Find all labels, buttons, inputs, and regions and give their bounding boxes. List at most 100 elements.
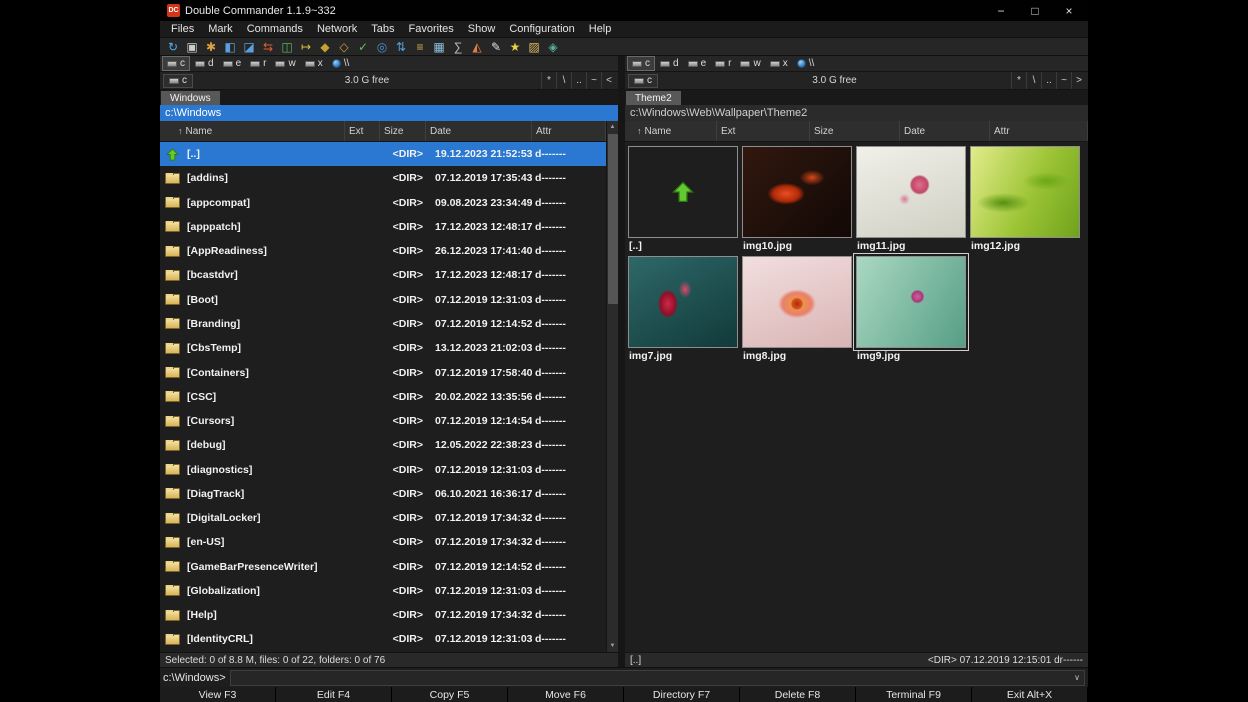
minimize-button[interactable]: − <box>984 0 1018 21</box>
tab-theme2[interactable]: Theme2 <box>626 91 681 105</box>
left-drive-combo[interactable]: c <box>163 74 193 88</box>
menu-item-files[interactable]: Files <box>164 23 201 35</box>
test-archive-icon[interactable]: ✓ <box>355 39 371 55</box>
file-row[interactable]: [CSC]<DIR>20.02.2022 13:35:56d------- <box>160 385 606 409</box>
left-column-header-date[interactable]: Date <box>426 121 532 141</box>
file-row[interactable]: [IdentityCRL]<DIR>07.12.2019 12:31:03d--… <box>160 627 606 651</box>
terminal-f9-button[interactable]: Terminal F9 <box>856 687 972 702</box>
refresh-icon[interactable]: ↻ <box>165 39 181 55</box>
file-row[interactable]: [appcompat]<DIR>09.08.2023 23:34:49d----… <box>160 191 606 215</box>
horizontal-panels-icon[interactable]: ◪ <box>241 39 257 55</box>
file-row[interactable]: [DiagTrack]<DIR>06.10.2021 16:36:17d----… <box>160 482 606 506</box>
left-drive-e[interactable]: e <box>219 56 246 71</box>
right-drive-d[interactable]: d <box>656 56 683 71</box>
view-f3-button[interactable]: View F3 <box>160 687 276 702</box>
thumbnail-img7-jpg[interactable]: img7.jpg <box>627 255 741 365</box>
file-row[interactable]: [addins]<DIR>07.12.2019 17:35:43d------- <box>160 166 606 190</box>
file-row[interactable]: [DigitalLocker]<DIR>07.12.2019 17:34:32d… <box>160 506 606 530</box>
right-column-header-date[interactable]: Date <box>900 121 990 141</box>
scroll-up-icon[interactable]: ▲ <box>607 121 618 133</box>
left-drive-x[interactable]: x <box>301 56 327 71</box>
scrollbar-thumb[interactable] <box>608 134 618 304</box>
left-root-button[interactable]: \ <box>556 72 571 89</box>
file-row[interactable]: [Branding]<DIR>07.12.2019 12:14:52d-----… <box>160 312 606 336</box>
right-path-bar[interactable]: c:\Windows\Web\Wallpaper\Theme2 <box>625 105 1088 121</box>
file-row[interactable]: [GameBarPresenceWriter]<DIR>07.12.2019 1… <box>160 555 606 579</box>
left-drive-c[interactable]: c <box>162 56 190 71</box>
search-icon[interactable]: ◎ <box>374 39 390 55</box>
right-star-button[interactable]: * <box>1011 72 1026 89</box>
right-drive-e[interactable]: e <box>684 56 711 71</box>
scroll-down-icon[interactable]: ▼ <box>607 640 618 652</box>
left-column-header-name[interactable]: ↑Name <box>160 121 345 141</box>
thumbnail-img12-jpg[interactable]: img12.jpg <box>969 145 1083 255</box>
chevron-down-icon[interactable]: ∨ <box>1070 673 1084 682</box>
delete-f8-button[interactable]: Delete F8 <box>740 687 856 702</box>
menu-item-configuration[interactable]: Configuration <box>502 23 581 35</box>
file-row[interactable]: [..]<DIR>19.12.2023 21:52:53d------- <box>160 142 606 166</box>
left-column-header-attr[interactable]: Attr <box>532 121 606 141</box>
multi-rename-icon[interactable]: ≡ <box>412 39 428 55</box>
right-drive-w[interactable]: w <box>736 56 764 71</box>
right-parent-dir-button[interactable]: .. <box>1041 72 1056 89</box>
exit-alt-x-button[interactable]: Exit Alt+X <box>972 687 1088 702</box>
right-drive-r[interactable]: r <box>711 56 735 71</box>
right-drive-network[interactable]: \\ <box>793 56 819 71</box>
checksum-icon[interactable]: ∑ <box>450 39 466 55</box>
copy-icon[interactable]: ◫ <box>279 39 295 55</box>
right-column-header-size[interactable]: Size <box>810 121 900 141</box>
left-drive-network[interactable]: \\ <box>328 56 354 71</box>
menu-item-tabs[interactable]: Tabs <box>364 23 401 35</box>
file-row[interactable]: [Globalization]<DIR>07.12.2019 12:31:03d… <box>160 579 606 603</box>
menu-item-show[interactable]: Show <box>461 23 503 35</box>
left-drive-d[interactable]: d <box>191 56 218 71</box>
left-column-header-ext[interactable]: Ext <box>345 121 380 141</box>
menu-item-commands[interactable]: Commands <box>240 23 310 35</box>
thumbnail-item[interactable]: [..] <box>627 145 741 255</box>
file-row[interactable]: [bcastdvr]<DIR>17.12.2023 12:48:17d-----… <box>160 263 606 287</box>
thumbnail-img8-jpg[interactable]: img8.jpg <box>741 255 855 365</box>
right-history-forward-button[interactable]: > <box>1071 72 1086 89</box>
unpack-icon[interactable]: ◇ <box>336 39 352 55</box>
left-drive-w[interactable]: w <box>271 56 299 71</box>
left-parent-dir-button[interactable]: .. <box>571 72 586 89</box>
menu-item-favorites[interactable]: Favorites <box>402 23 461 35</box>
right-drive-x[interactable]: x <box>766 56 792 71</box>
menu-item-mark[interactable]: Mark <box>201 23 239 35</box>
compare-icon[interactable]: ◭ <box>469 39 485 55</box>
left-home-button[interactable]: ~ <box>586 72 601 89</box>
file-row[interactable]: [Containers]<DIR>07.12.2019 17:58:40d---… <box>160 360 606 384</box>
directory-f7-button[interactable]: Directory F7 <box>624 687 740 702</box>
sync-dirs-icon[interactable]: ⇅ <box>393 39 409 55</box>
pane-splitter[interactable] <box>618 56 625 667</box>
options-icon[interactable]: ✱ <box>203 39 219 55</box>
file-row[interactable]: [Help]<DIR>07.12.2019 17:34:32d------- <box>160 603 606 627</box>
move-f6-button[interactable]: Move F6 <box>508 687 624 702</box>
close-button[interactable]: × <box>1052 0 1086 21</box>
file-row[interactable]: [Cursors]<DIR>07.12.2019 12:14:54d------… <box>160 409 606 433</box>
edit-icon[interactable]: ✎ <box>488 39 504 55</box>
terminal-icon[interactable]: ▣ <box>184 39 200 55</box>
left-history-back-button[interactable]: < <box>601 72 616 89</box>
file-row[interactable]: [AppReadiness]<DIR>26.12.2023 17:41:40d-… <box>160 239 606 263</box>
thumbnail-img11-jpg[interactable]: img11.jpg <box>855 145 969 255</box>
swap-panels-icon[interactable]: ⇆ <box>260 39 276 55</box>
left-star-button[interactable]: * <box>541 72 556 89</box>
tab-windows[interactable]: Windows <box>161 91 220 105</box>
file-row[interactable]: [Boot]<DIR>07.12.2019 12:31:03d------- <box>160 288 606 312</box>
right-column-header-attr[interactable]: Attr <box>990 121 1088 141</box>
vertical-panels-icon[interactable]: ◧ <box>222 39 238 55</box>
right-drive-combo[interactable]: c <box>628 74 658 88</box>
left-path-bar[interactable]: c:\Windows <box>160 105 618 121</box>
menu-item-network[interactable]: Network <box>310 23 364 35</box>
calculator-icon[interactable]: ▦ <box>431 39 447 55</box>
file-row[interactable]: [debug]<DIR>12.05.2022 22:38:23d------- <box>160 433 606 457</box>
right-column-header-name[interactable]: ↑Name <box>625 121 717 141</box>
menu-item-help[interactable]: Help <box>582 23 619 35</box>
left-scrollbar[interactable]: ▲ ▼ <box>606 121 618 652</box>
right-column-header-ext[interactable]: Ext <box>717 121 810 141</box>
thumbnail-img10-jpg[interactable]: img10.jpg <box>741 145 855 255</box>
left-drive-r[interactable]: r <box>246 56 270 71</box>
new-folder-icon[interactable]: ▨ <box>526 39 542 55</box>
command-input[interactable]: ∨ <box>230 670 1085 686</box>
